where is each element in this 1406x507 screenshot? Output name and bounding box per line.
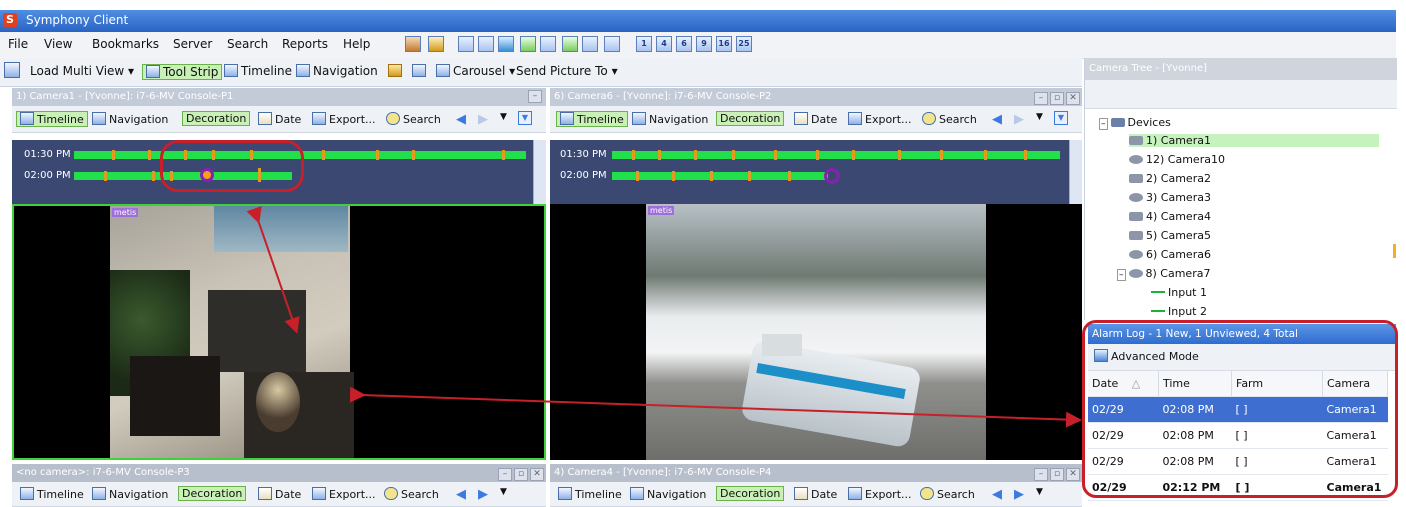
annotation-arrows <box>246 206 1082 428</box>
annotation-arrow-timeline <box>246 206 300 334</box>
annotation-arrow-alarm <box>349 386 1082 428</box>
